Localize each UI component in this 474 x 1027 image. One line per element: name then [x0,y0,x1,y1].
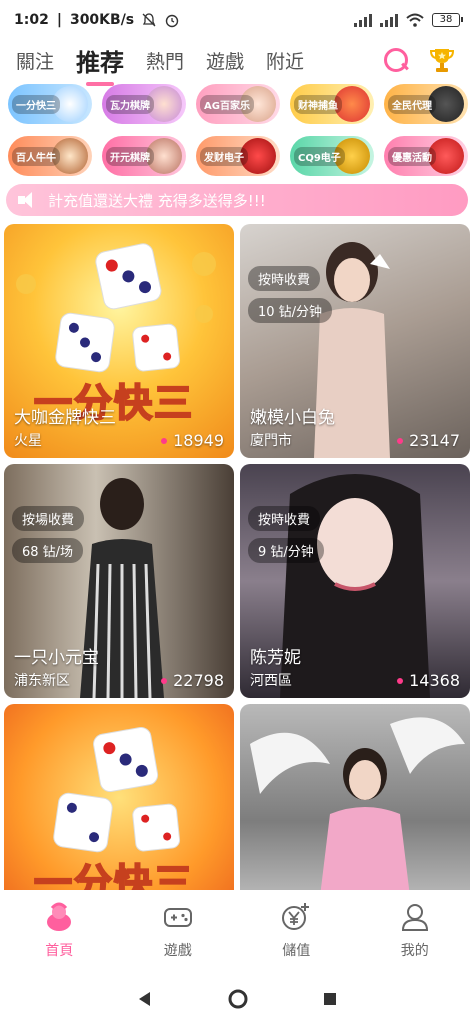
nav-profile[interactable]: 我的 [356,890,474,970]
gamepad-icon [163,908,192,927]
status-bar: 1:02 | 300KB/s 38 [0,0,474,40]
pricing-type-badge: 按時收費 [248,266,321,291]
card-location: 浦东新区 [14,673,70,689]
card-title: 陈芳妮 [250,648,301,668]
trophy-icon[interactable] [428,46,456,74]
game-shortcuts: 一分快三 瓦力棋牌 AG百家乐 财神捕鱼 全民代理 百人牛牛 开元棋牌 发财电子… [8,84,468,176]
game-pill-promotions[interactable]: 優惠活動 [384,136,468,176]
tab-nearby[interactable]: 附近 [266,47,304,74]
game-pill-agent[interactable]: 全民代理 [384,84,468,124]
recents-icon[interactable] [322,991,338,1007]
pricing-type-badge: 按時收費 [248,506,321,531]
live-card[interactable]: 一分快三 大咖金牌快三 火星 18949 [4,224,234,458]
status-speed: 300KB/s [69,12,135,28]
battery-icon: 38 [432,13,463,27]
card-title: 大咖金牌快三 [14,408,116,428]
bottom-nav: 首頁 遊戲 儲值 我的 [0,890,474,970]
viewer-count: 14368 [397,671,460,690]
home-circle-icon[interactable] [227,988,249,1010]
speaker-icon [18,192,38,208]
search-icon[interactable] [382,46,410,74]
game-label: 瓦力棋牌 [106,94,154,114]
nav-recharge[interactable]: 儲值 [237,890,356,970]
game-pill-yifenkuaisan[interactable]: 一分快三 [8,84,92,124]
tab-hot[interactable]: 熱門 [146,47,184,74]
live-card[interactable]: 按時收費 10 钻/分钟 嫩模小白兔 廈門市 23147 [240,224,470,458]
game-label: 财神捕鱼 [294,94,342,114]
nav-label: 我的 [400,943,429,959]
viewer-count: 18949 [161,431,224,450]
game-pill-wali[interactable]: 瓦力棋牌 [102,84,186,124]
viewer-count: 23147 [397,431,460,450]
game-label: 優惠活動 [388,146,436,166]
content-grid: 一分快三 大咖金牌快三 火星 18949 按時收費 10 钻/分钟 嫩模小白兔 … [4,224,472,938]
top-tabs: 關注 推荐 熱門 遊戲 附近 [0,40,474,86]
game-label: 百人牛牛 [12,146,60,166]
yen-plus-icon [282,903,310,930]
game-label: CQ9电子 [294,146,345,166]
card-location: 河西區 [250,673,292,689]
back-icon[interactable] [136,990,154,1008]
nav-home[interactable]: 首頁 [0,890,119,970]
game-pill-cq9[interactable]: CQ9电子 [290,136,374,176]
home-icon [47,902,72,931]
tab-recommend[interactable]: 推荐 [76,43,124,86]
alarm-icon [165,14,179,28]
card-title: 一只小元宝 [14,648,99,668]
nav-label: 首頁 [45,943,74,959]
card-location: 廈門市 [250,433,292,449]
game-label: 一分快三 [12,94,60,114]
game-pill-ag[interactable]: AG百家乐 [196,84,280,124]
announcement-banner[interactable]: 計充值還送大禮 充得多送得多!!! [6,184,468,216]
pricing-rate-badge: 10 钻/分钟 [248,298,333,323]
game-label: 开元棋牌 [106,146,154,166]
card-location: 火星 [14,433,42,449]
nav-label: 遊戲 [163,943,192,959]
pricing-type-badge: 按場收費 [12,506,85,531]
tab-games[interactable]: 遊戲 [206,47,244,74]
nav-games[interactable]: 遊戲 [119,890,238,970]
tab-follow[interactable]: 關注 [16,47,54,74]
game-label: AG百家乐 [200,94,254,114]
status-time: 1:02 [14,12,49,28]
game-pill-facai[interactable]: 发财电子 [196,136,280,176]
live-card[interactable]: 按場收費 68 钻/场 一只小元宝 浦东新区 22798 [4,464,234,698]
signal-icon [354,13,372,27]
nav-label: 儲值 [282,943,311,959]
pricing-rate-badge: 68 钻/场 [12,538,84,563]
game-pill-niuniu[interactable]: 百人牛牛 [8,136,92,176]
game-pill-caishen[interactable]: 财神捕鱼 [290,84,374,124]
game-label: 全民代理 [388,94,436,114]
card-title: 嫩模小白兔 [250,408,335,428]
game-pill-kaiyuan[interactable]: 开元棋牌 [102,136,186,176]
wifi-icon [406,13,424,27]
system-nav-bar [0,970,474,1027]
signal-icon [380,13,398,27]
pricing-rate-badge: 9 钻/分钟 [248,538,324,563]
announcement-text: 計充值還送大禮 充得多送得多!!! [48,191,266,210]
bell-off-icon [142,13,156,27]
viewer-count: 22798 [161,671,224,690]
game-label: 发财电子 [200,146,248,166]
user-icon [401,904,428,931]
live-card[interactable]: 按時收費 9 钻/分钟 陈芳妮 河西區 14368 [240,464,470,698]
status-separator: | [56,12,62,28]
